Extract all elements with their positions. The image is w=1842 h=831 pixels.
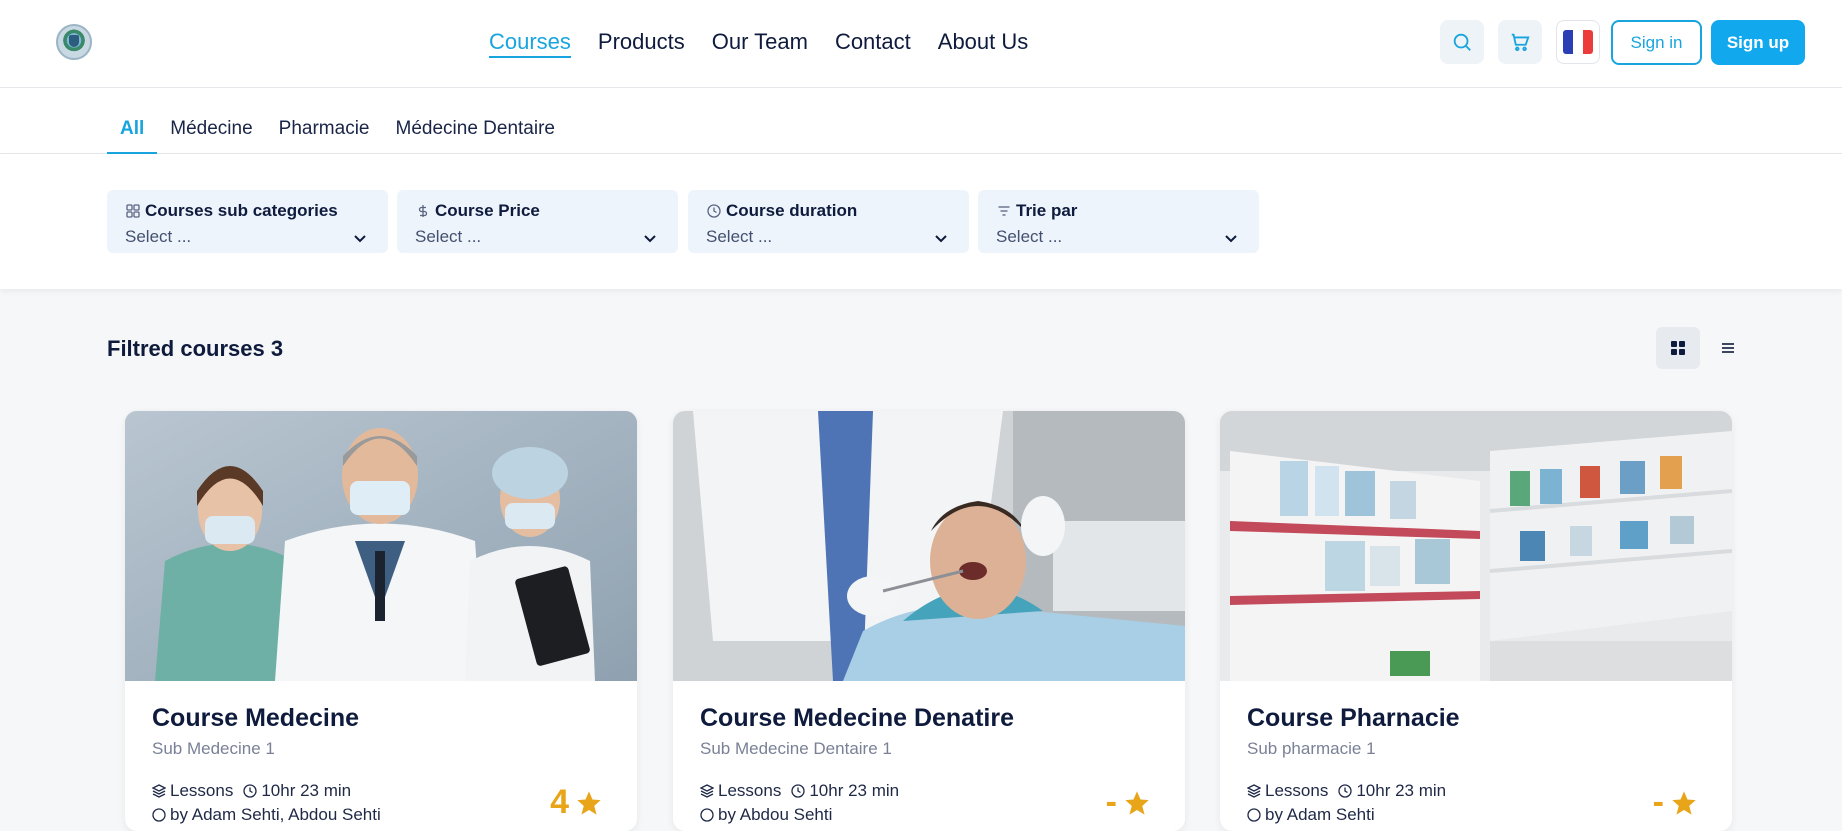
course-author: by Adam Sehti, Abdou Sehti	[152, 805, 381, 825]
layers-icon	[152, 784, 166, 798]
top-header: Courses Products Our Team Contact About …	[0, 0, 1842, 88]
user-icon	[152, 808, 166, 822]
language-button[interactable]	[1556, 20, 1600, 64]
filter-icon	[998, 206, 1010, 216]
category-tabs-bar: All Médecine Pharmacie Médecine Dentaire	[0, 88, 1842, 154]
star-icon	[577, 790, 601, 815]
rating-value: 4	[550, 783, 569, 821]
grid-view-icon	[1671, 341, 1685, 355]
star-icon	[1672, 790, 1696, 815]
course-rating: -	[1653, 783, 1698, 822]
course-card[interactable]: Course Medecine Sub Medecine 1 Lessons 1…	[125, 411, 637, 831]
list-view-icon	[1722, 343, 1734, 353]
course-title[interactable]: Course Medecine	[152, 704, 359, 733]
duration-label: 10hr 23 min	[809, 781, 900, 800]
course-author: by Abdou Sehti	[700, 805, 832, 825]
course-subcategory: Sub Medecine Dentaire 1	[700, 739, 892, 758]
course-title[interactable]: Course Pharnacie	[1247, 704, 1460, 733]
chevron-down-icon	[935, 235, 947, 243]
course-image-pharmacy-shelves	[1220, 411, 1732, 681]
course-meta: Lessons 10hr 23 min	[152, 781, 351, 801]
clock-icon	[243, 784, 257, 798]
course-meta: Lessons 10hr 23 min	[700, 781, 899, 801]
user-icon	[700, 808, 714, 822]
course-card[interactable]: Course Pharnacie Sub pharmacie 1 Lessons…	[1220, 411, 1732, 831]
nav-products[interactable]: Products	[598, 28, 685, 58]
filter-sort[interactable]: Trie par Select ...	[978, 190, 1259, 253]
tab-medecine[interactable]: Médecine	[157, 88, 265, 154]
course-image-medical-team	[125, 411, 637, 681]
lessons-label: Lessons	[1265, 781, 1329, 800]
course-subcategory: Sub pharmacie 1	[1247, 739, 1376, 758]
signin-button[interactable]: Sign in	[1611, 20, 1702, 65]
rating-value: -	[1105, 783, 1117, 821]
filter-value: Select ...	[996, 227, 1063, 246]
category-tabs: All Médecine Pharmacie Médecine Dentaire	[107, 88, 568, 154]
site-logo[interactable]	[56, 24, 92, 60]
results-title: Filtred courses 3	[107, 336, 284, 361]
star-icon	[1125, 790, 1149, 815]
cart-icon	[1511, 33, 1530, 52]
course-image-dentist	[673, 411, 1185, 681]
filter-label: Course Price	[435, 201, 540, 220]
signup-button[interactable]: Sign up	[1711, 20, 1805, 65]
course-title[interactable]: Course Medecine Denatire	[700, 704, 1014, 733]
course-rating: 4	[550, 783, 603, 822]
filter-value: Select ...	[415, 227, 482, 246]
grid-icon	[126, 204, 140, 218]
filter-subcategories[interactable]: Courses sub categories Select ...	[107, 190, 388, 253]
dollar-icon	[418, 205, 428, 217]
nav-about-us[interactable]: About Us	[938, 28, 1029, 58]
duration-label: 10hr 23 min	[261, 781, 352, 800]
clock-icon	[791, 784, 805, 798]
main-nav: Courses Products Our Team Contact About …	[489, 28, 1028, 58]
clock-icon	[707, 204, 721, 218]
search-button[interactable]	[1440, 20, 1484, 64]
filter-label: Course duration	[726, 201, 858, 220]
tab-all[interactable]: All	[107, 88, 158, 154]
chevron-down-icon	[354, 235, 366, 243]
user-icon	[1247, 808, 1261, 822]
filter-value: Select ...	[125, 227, 192, 246]
lessons-label: Lessons	[170, 781, 234, 800]
grid-view-button[interactable]	[1656, 327, 1700, 369]
lessons-label: Lessons	[718, 781, 782, 800]
course-card[interactable]: Course Medecine Denatire Sub Medecine De…	[673, 411, 1185, 831]
course-rating: -	[1106, 783, 1151, 822]
filter-value: Select ...	[706, 227, 773, 246]
filter-duration[interactable]: Course duration Select ...	[688, 190, 969, 253]
layers-icon	[1247, 784, 1261, 798]
filter-label: Trie par	[1016, 201, 1078, 220]
layers-icon	[700, 784, 714, 798]
list-view-button[interactable]	[1708, 327, 1748, 369]
search-icon	[1453, 33, 1471, 51]
clock-icon	[1338, 784, 1352, 798]
chevron-down-icon	[1225, 235, 1237, 243]
cart-button[interactable]	[1498, 20, 1542, 64]
filter-price[interactable]: Course Price Select ...	[397, 190, 678, 253]
tab-medecine-dentaire[interactable]: Médecine Dentaire	[383, 88, 568, 154]
course-subcategory: Sub Medecine 1	[152, 739, 275, 758]
nav-contact[interactable]: Contact	[835, 28, 911, 58]
course-meta: Lessons 10hr 23 min	[1247, 781, 1446, 801]
nav-our-team[interactable]: Our Team	[712, 28, 808, 58]
rating-value: -	[1652, 783, 1664, 821]
filters-bar: Courses sub categories Select ... Course…	[0, 154, 1842, 289]
tab-pharmacie[interactable]: Pharmacie	[266, 88, 383, 154]
filter-label: Courses sub categories	[145, 201, 338, 220]
chevron-down-icon	[644, 235, 656, 243]
france-flag-icon	[1563, 30, 1593, 54]
course-author: by Adam Sehti	[1247, 805, 1375, 825]
nav-courses[interactable]: Courses	[489, 28, 571, 58]
duration-label: 10hr 23 min	[1356, 781, 1447, 800]
